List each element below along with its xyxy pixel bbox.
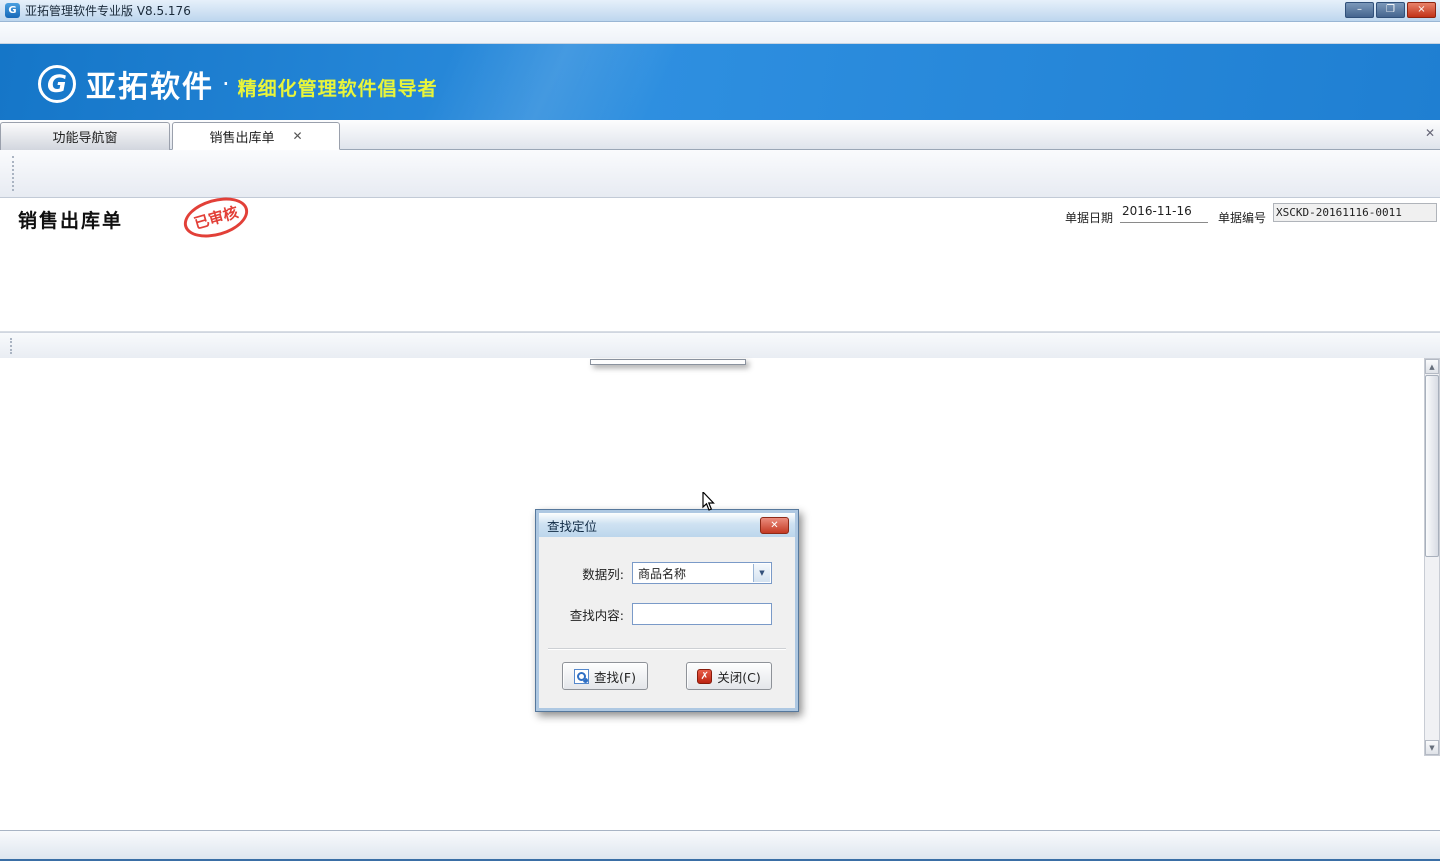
doc-no-field: XSCKD-20161116-0011 <box>1273 203 1437 222</box>
find-button[interactable]: 查找(F) <box>562 662 648 690</box>
tab-nav-window[interactable]: 功能导航窗 <box>0 122 170 150</box>
status-bar <box>0 830 1440 859</box>
search-content-row: 查找内容: <box>546 603 772 625</box>
doc-no-label: 单据编号 <box>1218 209 1266 226</box>
close-dialog-button[interactable]: 关闭(C) <box>686 662 772 690</box>
dialog-close-button[interactable]: ✕ <box>760 517 789 534</box>
window-title: 亚拓管理软件专业版 V8.5.176 <box>25 2 191 19</box>
vertical-scrollbar[interactable]: ▲ ▼ <box>1424 358 1440 756</box>
app-icon: G <box>5 3 20 18</box>
audited-stamp: 已审核 <box>179 191 253 245</box>
close-button[interactable]: × <box>1407 2 1436 18</box>
chevron-down-icon[interactable]: ▼ <box>753 564 770 582</box>
search-content-input[interactable] <box>632 603 772 625</box>
minimize-button[interactable]: – <box>1345 2 1374 18</box>
menu-bar <box>0 22 1440 44</box>
scrollbar-thumb[interactable] <box>1425 375 1439 557</box>
dialog-separator <box>548 648 786 649</box>
tab-label: 销售出库单 <box>209 127 274 146</box>
dialog-title-bar[interactable]: 查找定位 ✕ <box>539 513 795 537</box>
detail-toolbar <box>0 332 1440 358</box>
scroll-up-icon[interactable]: ▲ <box>1425 359 1439 374</box>
tab-close-icon[interactable]: ✕ <box>292 129 302 143</box>
logistics-footer <box>0 792 1440 830</box>
close-button-label: 关闭(C) <box>717 667 760 686</box>
tabstrip-close-icon[interactable]: ✕ <box>1425 126 1435 140</box>
mouse-cursor <box>702 492 718 515</box>
document-title: 销售出库单 <box>18 206 123 233</box>
more-actions-menu <box>590 359 746 365</box>
find-button-label: 查找(F) <box>594 667 636 686</box>
banner: G 亚拓软件 · 精细化管理软件倡导者 <box>0 44 1440 120</box>
logo: G 亚拓软件 · 精细化管理软件倡导者 <box>38 62 438 106</box>
close-icon <box>697 669 712 684</box>
search-content-label: 查找内容: <box>546 605 624 624</box>
order-form <box>0 240 1440 332</box>
totals-footer <box>0 757 1440 791</box>
slogan: 精细化管理软件倡导者 <box>238 68 438 101</box>
search-icon <box>574 669 589 684</box>
tab-strip: 功能导航窗 销售出库单 ✕ ✕ <box>0 120 1440 150</box>
logo-text: 亚拓软件 <box>86 62 214 106</box>
logo-icon: G <box>38 65 76 103</box>
find-locate-dialog: 查找定位 ✕ 数据列: 商品名称 ▼ 查找内容: 查找(F) 关闭(C) <box>535 509 799 712</box>
doc-date-label: 单据日期 <box>1065 209 1113 226</box>
main-toolbar <box>0 150 1440 198</box>
title-bar: G 亚拓管理软件专业版 V8.5.176 – ❐ × <box>0 0 1440 22</box>
doc-date-field[interactable]: 2016-11-16 <box>1120 204 1208 223</box>
tab-sales-outbound[interactable]: 销售出库单 ✕ <box>172 122 340 150</box>
scroll-down-icon[interactable]: ▼ <box>1425 740 1439 755</box>
data-column-value: 商品名称 <box>638 565 686 582</box>
document-header: 销售出库单 已审核 单据日期 2016-11-16 单据编号 XSCKD-201… <box>0 198 1440 240</box>
logo-dot: · <box>222 70 230 98</box>
dialog-title: 查找定位 <box>547 516 597 535</box>
data-column-select[interactable]: 商品名称 ▼ <box>632 562 772 584</box>
data-column-row: 数据列: 商品名称 ▼ <box>546 562 772 584</box>
tab-label: 功能导航窗 <box>52 127 117 146</box>
data-column-label: 数据列: <box>546 564 624 583</box>
maximize-button[interactable]: ❐ <box>1376 2 1405 18</box>
